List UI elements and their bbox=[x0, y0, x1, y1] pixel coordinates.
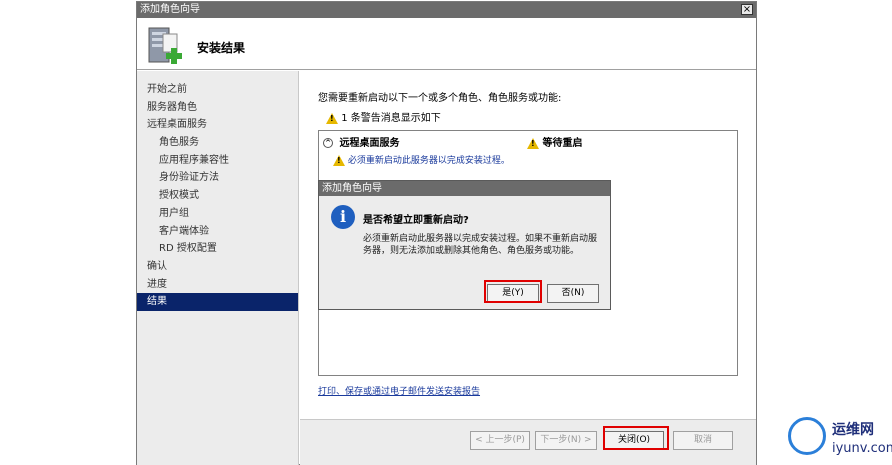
intro-text: 您需要重新启动以下一个或多个角色、角色服务或功能: bbox=[318, 93, 562, 104]
yes-button-highlight bbox=[484, 280, 542, 303]
next-button[interactable]: 下一步(N) > bbox=[535, 431, 597, 450]
wizard-footer: < 上一步(P) 下一步(N) > 关闭(O) 取消 bbox=[300, 419, 756, 465]
wizard-header: 安装结果 bbox=[137, 18, 756, 70]
server-add-icon bbox=[148, 27, 182, 64]
nav-item[interactable]: 开始之前 bbox=[137, 81, 298, 99]
print-report-link[interactable]: 打印、保存或通过电子邮件发送安装报告 bbox=[318, 384, 480, 397]
logo-ring-icon bbox=[788, 417, 826, 455]
watermark-logo: 运维网 iyunv.com bbox=[788, 413, 892, 465]
nav-item[interactable]: 结果 bbox=[137, 293, 298, 311]
warning-count-number: 1 bbox=[341, 113, 348, 124]
page-title: 安装结果 bbox=[197, 41, 246, 55]
nav-item[interactable]: 进度 bbox=[137, 276, 298, 294]
nav-item[interactable]: 确认 bbox=[137, 258, 298, 276]
result-status: 等待重启 bbox=[527, 134, 582, 149]
nav-item[interactable]: 授权模式 bbox=[137, 187, 298, 205]
result-status-label: 等待重启 bbox=[542, 138, 583, 149]
watermark-line2: iyunv.com bbox=[832, 441, 892, 456]
title-bar: 添加角色向导 × bbox=[137, 2, 756, 18]
warning-count: 1 条警告消息显示如下 bbox=[326, 109, 441, 124]
warning-icon bbox=[326, 112, 338, 124]
nav-item[interactable]: 角色服务 bbox=[137, 134, 298, 152]
warning-icon bbox=[527, 137, 539, 149]
nav-item[interactable]: 用户组 bbox=[137, 205, 298, 223]
collapse-icon[interactable]: ^ bbox=[323, 138, 333, 148]
dialog-title: 添加角色向导 bbox=[319, 181, 610, 196]
nav-item[interactable]: 服务器角色 bbox=[137, 99, 298, 117]
nav-item[interactable]: 身份验证方法 bbox=[137, 169, 298, 187]
window-title: 添加角色向导 bbox=[140, 4, 200, 15]
watermark-line1: 运维网 bbox=[832, 422, 874, 438]
warning-count-text: 条警告消息显示如下 bbox=[350, 113, 441, 124]
nav-item[interactable]: 客户端体验 bbox=[137, 223, 298, 241]
result-message-label: 必须重新启动此服务器以完成安装过程。 bbox=[347, 156, 510, 166]
cancel-button[interactable]: 取消 bbox=[673, 431, 733, 450]
restart-dialog: 添加角色向导 i 是否希望立即重新启动? 必须重新启动此服务器以完成安装过程。如… bbox=[318, 180, 611, 310]
info-icon: i bbox=[331, 205, 355, 229]
result-role-label: 远程桌面服务 bbox=[339, 138, 400, 149]
warning-icon bbox=[333, 155, 345, 166]
close-icon[interactable]: × bbox=[741, 4, 753, 15]
result-message: 必须重新启动此服务器以完成安装过程。 bbox=[333, 153, 510, 166]
prev-button[interactable]: < 上一步(P) bbox=[470, 431, 530, 450]
dialog-question: 是否希望立即重新启动? bbox=[363, 215, 469, 226]
result-role: ^ 远程桌面服务 bbox=[323, 134, 399, 149]
dialog-detail: 必须重新启动此服务器以完成安装过程。如果不重新启动服务器，则无法添加或删除其他角… bbox=[363, 234, 598, 256]
no-button[interactable]: 否(N) bbox=[547, 284, 599, 303]
nav-item[interactable]: RD 授权配置 bbox=[137, 240, 298, 258]
wizard-nav: 开始之前 服务器角色 远程桌面服务 角色服务 应用程序兼容性 身份验证方法 授权模式 用户组客… bbox=[137, 71, 299, 465]
nav-item[interactable]: 远程桌面服务 bbox=[137, 116, 298, 134]
nav-item[interactable]: 应用程序兼容性 bbox=[137, 152, 298, 170]
close-button-highlight bbox=[603, 426, 669, 450]
